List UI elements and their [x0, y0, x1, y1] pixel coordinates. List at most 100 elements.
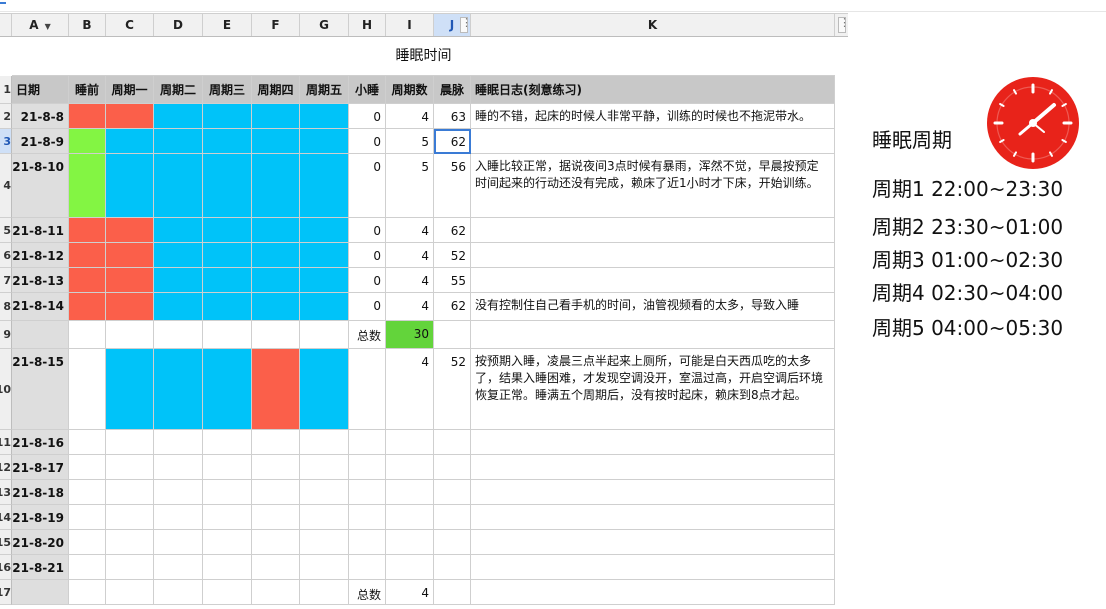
cycle-cell[interactable]: [252, 455, 300, 480]
cycle-cell[interactable]: [252, 218, 300, 243]
row-number[interactable]: 6: [0, 243, 12, 268]
cycle-count-cell[interactable]: [386, 480, 434, 505]
cycle-cell[interactable]: [69, 480, 106, 505]
cycle-cell[interactable]: [69, 580, 106, 605]
morning-pulse-cell[interactable]: 56: [434, 154, 471, 218]
cycle-cell[interactable]: [252, 430, 300, 455]
cycle-count-cell[interactable]: 4: [386, 218, 434, 243]
cycle-cell[interactable]: [252, 505, 300, 530]
date-cell[interactable]: 21-8-11: [12, 218, 69, 243]
row-number[interactable]: 5: [0, 218, 12, 243]
sleep-log-cell[interactable]: 睡的不错，起床的时候人非常平静，训练的时候也不拖泥带水。: [471, 104, 835, 129]
cycle-cell[interactable]: [203, 321, 252, 349]
morning-pulse-cell[interactable]: [434, 430, 471, 455]
date-cell[interactable]: 21-8-19: [12, 505, 69, 530]
nap-cell[interactable]: 总数: [349, 580, 386, 605]
morning-pulse-cell[interactable]: 62: [434, 218, 471, 243]
cycle-cell[interactable]: [252, 293, 300, 321]
select-all-corner[interactable]: [0, 14, 12, 36]
cycle-cell[interactable]: [203, 455, 252, 480]
morning-pulse-cell[interactable]: [434, 505, 471, 530]
cycle-cell[interactable]: [300, 129, 349, 154]
nap-cell[interactable]: 0: [349, 293, 386, 321]
column-header-g[interactable]: G: [300, 14, 349, 36]
column-header-f[interactable]: F: [252, 14, 300, 36]
date-cell[interactable]: 21-8-20: [12, 530, 69, 555]
sleep-log-cell[interactable]: [471, 430, 835, 455]
cycle-cell[interactable]: [252, 243, 300, 268]
cycle-cell[interactable]: [106, 293, 154, 321]
date-cell[interactable]: 21-8-8: [12, 104, 69, 129]
cycle-count-cell[interactable]: 4: [386, 349, 434, 430]
sleep-log-cell[interactable]: [471, 555, 835, 580]
nap-cell[interactable]: 0: [349, 268, 386, 293]
cycle-count-cell[interactable]: 4: [386, 293, 434, 321]
cycle-cell[interactable]: [106, 321, 154, 349]
cycle-cell[interactable]: [154, 268, 203, 293]
sleep-log-cell[interactable]: [471, 580, 835, 605]
date-cell[interactable]: 21-8-18: [12, 480, 69, 505]
nap-cell[interactable]: [349, 349, 386, 430]
cycle-cell[interactable]: [252, 580, 300, 605]
cycle-cell[interactable]: [69, 530, 106, 555]
cycle-cell[interactable]: [203, 580, 252, 605]
cycle-cell[interactable]: [106, 243, 154, 268]
cycle-cell[interactable]: [203, 505, 252, 530]
morning-pulse-cell[interactable]: [434, 321, 471, 349]
cycle-cell[interactable]: [203, 480, 252, 505]
morning-pulse-cell[interactable]: 55: [434, 268, 471, 293]
cycle-cell[interactable]: [154, 321, 203, 349]
nap-cell[interactable]: [349, 480, 386, 505]
sleep-log-cell[interactable]: 没有控制住自己看手机的时间，油管视频看的太多，导致入睡: [471, 293, 835, 321]
date-cell[interactable]: 21-8-13: [12, 268, 69, 293]
cycle-cell[interactable]: [203, 349, 252, 430]
column-header-a[interactable]: A ▼: [12, 14, 69, 36]
cycle-cell[interactable]: [106, 480, 154, 505]
cycle-cell[interactable]: [203, 218, 252, 243]
cycle-cell[interactable]: [106, 349, 154, 430]
cycle-cell[interactable]: [69, 455, 106, 480]
header-c2[interactable]: 周期二: [154, 76, 203, 104]
cycle-cell[interactable]: [203, 104, 252, 129]
cycle-cell[interactable]: [154, 154, 203, 218]
nap-cell[interactable]: [349, 430, 386, 455]
cycle-cell[interactable]: [69, 129, 106, 154]
row-number[interactable]: 9: [0, 321, 12, 349]
cycle-cell[interactable]: [106, 555, 154, 580]
cycle-cell[interactable]: [154, 243, 203, 268]
cycle-cell[interactable]: [106, 530, 154, 555]
header-c3[interactable]: 周期三: [203, 76, 252, 104]
cycle-cell[interactable]: [154, 293, 203, 321]
morning-pulse-cell[interactable]: 63: [434, 104, 471, 129]
cycle-cell[interactable]: [252, 555, 300, 580]
row-number[interactable]: 17: [0, 580, 12, 605]
column-header-b[interactable]: B: [69, 14, 106, 36]
cycle-cell[interactable]: [300, 430, 349, 455]
cycle-count-cell[interactable]: 30: [386, 321, 434, 349]
cycle-cell[interactable]: [300, 580, 349, 605]
date-cell[interactable]: 21-8-12: [12, 243, 69, 268]
cycle-cell[interactable]: [154, 349, 203, 430]
morning-pulse-cell[interactable]: [434, 530, 471, 555]
cycle-cell[interactable]: [154, 480, 203, 505]
morning-pulse-cell[interactable]: [434, 580, 471, 605]
nap-cell[interactable]: 0: [349, 129, 386, 154]
cycle-cell[interactable]: [300, 104, 349, 129]
cycle-cell[interactable]: [69, 349, 106, 430]
cycle-cell[interactable]: [106, 580, 154, 605]
morning-pulse-cell[interactable]: 52: [434, 243, 471, 268]
cycle-cell[interactable]: [154, 104, 203, 129]
header-c5[interactable]: 周期五: [300, 76, 349, 104]
sleep-log-cell[interactable]: [471, 530, 835, 555]
cycle-count-cell[interactable]: 4: [386, 243, 434, 268]
date-cell[interactable]: 21-8-14: [12, 293, 69, 321]
date-cell[interactable]: 21-8-17: [12, 455, 69, 480]
cycle-cell[interactable]: [300, 293, 349, 321]
cycle-cell[interactable]: [300, 455, 349, 480]
morning-pulse-cell[interactable]: [434, 480, 471, 505]
cycle-cell[interactable]: [203, 268, 252, 293]
cycle-cell[interactable]: [203, 430, 252, 455]
cycle-cell[interactable]: [69, 218, 106, 243]
cycle-cell[interactable]: [69, 154, 106, 218]
cycle-count-cell[interactable]: 5: [386, 129, 434, 154]
